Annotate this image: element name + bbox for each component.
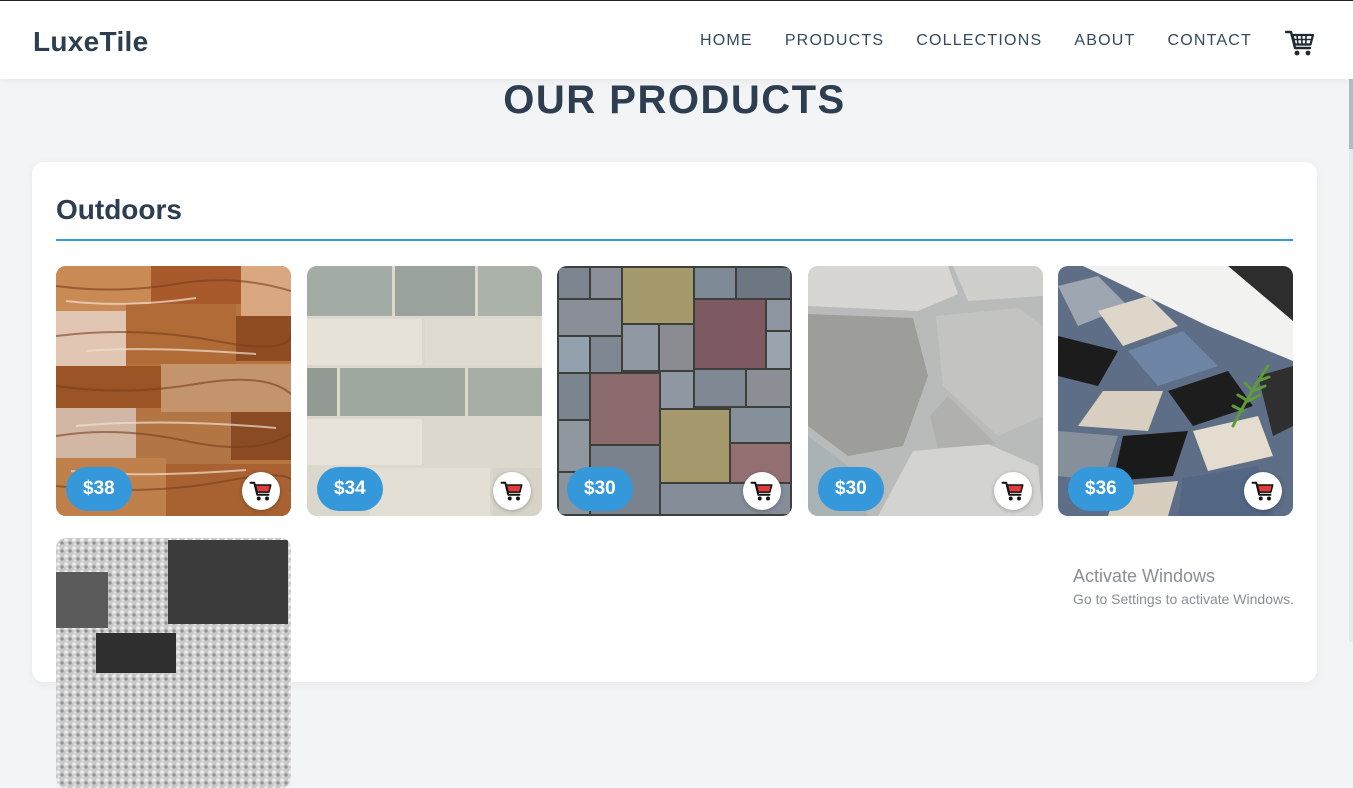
cart-add-icon	[500, 481, 523, 501]
add-to-cart-button-5[interactable]	[1244, 472, 1282, 510]
nav-products[interactable]: PRODUCTS	[785, 32, 884, 50]
product-image-6	[56, 538, 291, 788]
product-card-6[interactable]	[56, 538, 291, 788]
product-price-3: $30	[567, 467, 633, 511]
navbar: LuxeTile HOME PRODUCTS COLLECTIONS ABOUT…	[0, 1, 1353, 79]
cart-add-icon	[1251, 481, 1274, 501]
cart-add-icon	[249, 481, 272, 501]
product-card-5[interactable]: $36	[1058, 266, 1293, 516]
page-scrollbar-thumb[interactable]	[1349, 79, 1353, 149]
watermark-title: Activate Windows	[1073, 566, 1216, 586]
nav-about[interactable]: ABOUT	[1074, 32, 1135, 50]
main-nav: HOME PRODUCTS COLLECTIONS ABOUT CONTACT	[700, 32, 1252, 50]
product-price-2: $34	[317, 467, 383, 511]
product-price-5: $36	[1068, 467, 1134, 511]
nav-collections[interactable]: COLLECTIONS	[916, 32, 1042, 50]
add-to-cart-button-4[interactable]	[994, 472, 1032, 510]
product-card-3[interactable]: $30	[557, 266, 792, 516]
brand-logo[interactable]: LuxeTile	[33, 26, 148, 58]
page-title: OUR PRODUCTS	[503, 78, 846, 122]
section-title: Outdoors	[56, 194, 182, 225]
watermark-subtitle: Go to Settings to activate Windows.	[1073, 591, 1294, 607]
add-to-cart-button-2[interactable]	[493, 472, 531, 510]
product-price-1: $38	[66, 467, 132, 511]
product-card-4[interactable]: $30	[808, 266, 1043, 516]
product-card-2[interactable]: $34	[307, 266, 542, 516]
product-price-4: $30	[818, 467, 884, 511]
add-to-cart-button-1[interactable]	[242, 472, 280, 510]
product-card-1[interactable]: $38	[56, 266, 291, 516]
windows-activation-watermark: Activate Windows Go to Settings to activ…	[1073, 566, 1294, 607]
section-divider	[56, 239, 1293, 241]
page-scrollbar[interactable]	[1349, 79, 1353, 642]
cart-add-icon	[1001, 481, 1024, 501]
cart-button[interactable]	[1284, 27, 1316, 59]
nav-home[interactable]: HOME	[700, 32, 753, 50]
shopping-cart-icon	[1284, 30, 1315, 56]
cart-add-icon	[750, 481, 773, 501]
nav-contact[interactable]: CONTACT	[1167, 32, 1252, 50]
add-to-cart-button-3[interactable]	[743, 472, 781, 510]
